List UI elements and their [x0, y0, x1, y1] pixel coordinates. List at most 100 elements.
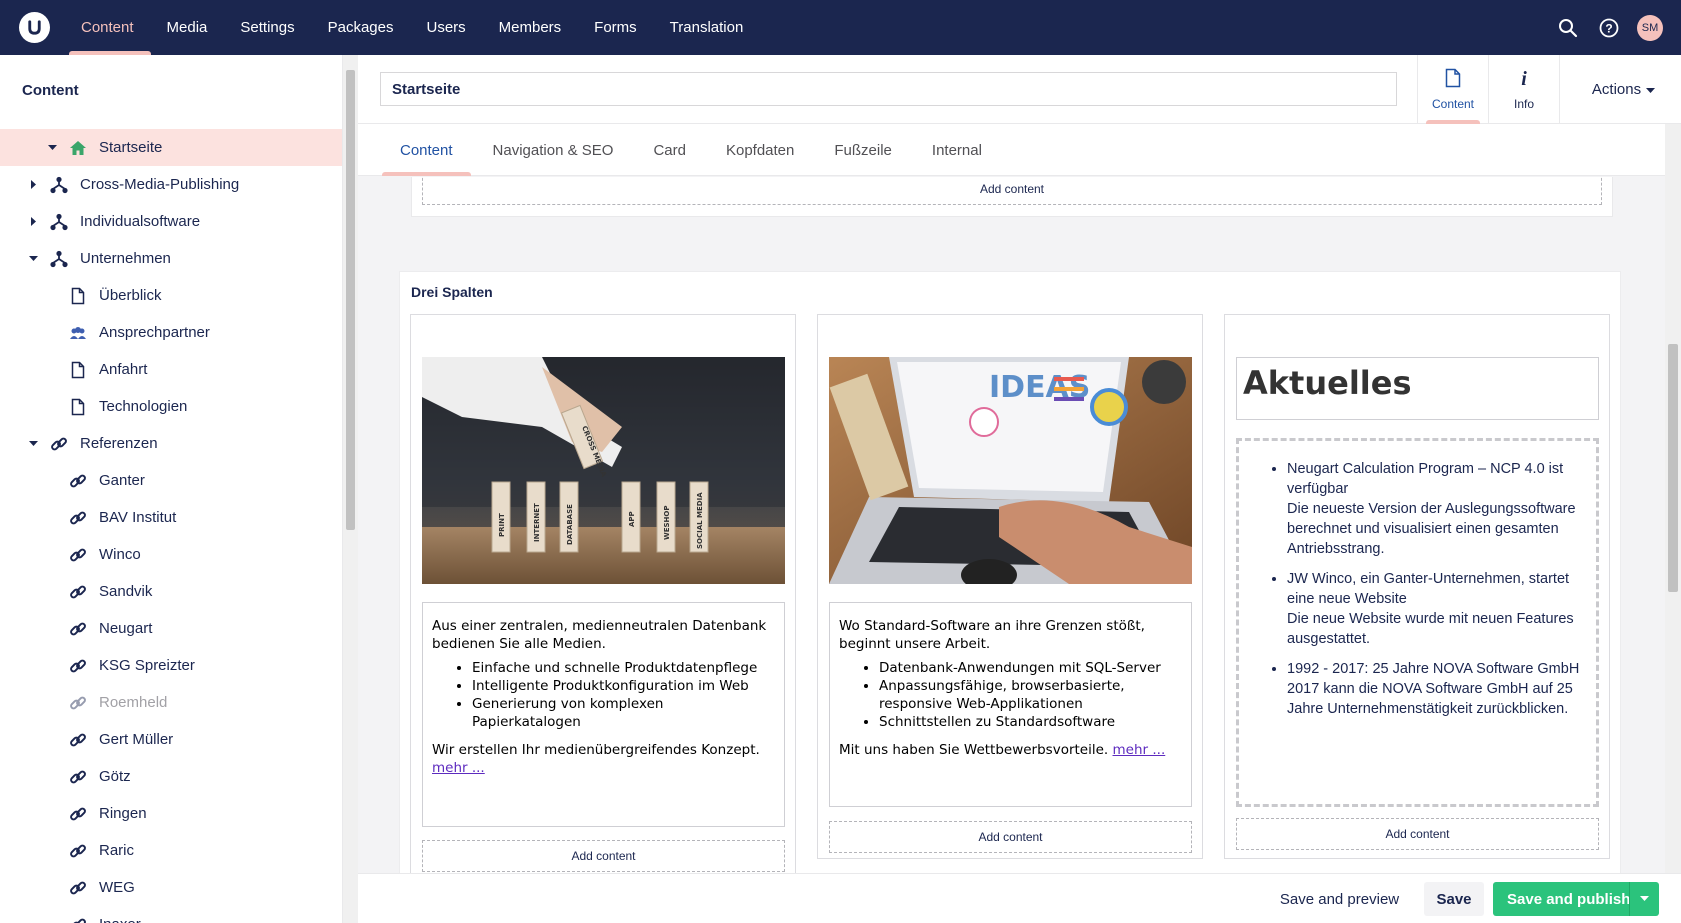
- document-icon: [68, 286, 88, 306]
- news-title: 1992 - 2017: 25 Jahre NOVA Software GmbH: [1287, 661, 1580, 677]
- content-scrollbar-thumb[interactable]: [1668, 344, 1678, 592]
- section-media[interactable]: Media: [153, 0, 227, 55]
- publish-options-caret-icon[interactable]: [1629, 882, 1659, 916]
- tree-node[interactable]: Raric: [0, 832, 342, 869]
- section-settings[interactable]: Settings: [226, 0, 313, 55]
- tree-node-label: KSG Spreizter: [99, 657, 195, 674]
- tree-node[interactable]: Individualsoftware: [0, 203, 342, 240]
- tab-kopfdaten[interactable]: Kopfdaten: [706, 124, 814, 176]
- list-item: Anpassungsfähige, browserbasierte, respo…: [879, 677, 1182, 713]
- tree-node[interactable]: Gert Müller: [0, 721, 342, 758]
- user-avatar[interactable]: SM: [1637, 14, 1663, 41]
- rich-text-block-1[interactable]: Aus einer zentralen, medienneutralen Dat…: [422, 602, 785, 827]
- tree-node[interactable]: Inaxor: [0, 906, 342, 923]
- col2-more-link[interactable]: mehr ...: [1113, 742, 1166, 758]
- add-content-button[interactable]: Add content: [422, 840, 785, 872]
- news-text: 2017 kann die NOVA Software GmbH auf 25 …: [1287, 681, 1573, 717]
- tree-node[interactable]: Götz: [0, 758, 342, 795]
- caret-right-icon[interactable]: [29, 180, 38, 189]
- tree-node-label: WEG: [99, 879, 135, 896]
- tree-node[interactable]: BAV Institut: [0, 499, 342, 536]
- list-item: Schnittstellen zu Standardsoftware: [879, 713, 1182, 731]
- sitemap-icon: [49, 212, 69, 232]
- tree-node[interactable]: Technologien: [0, 388, 342, 425]
- node-name-input[interactable]: Startseite: [380, 72, 1397, 106]
- app-content[interactable]: Content: [1418, 55, 1489, 124]
- tree-node-label: Technologien: [99, 398, 188, 415]
- tab-internal[interactable]: Internal: [912, 124, 1002, 176]
- actions-button[interactable]: Actions: [1560, 55, 1681, 124]
- document-icon: [68, 397, 88, 417]
- add-content-button[interactable]: Add content: [1236, 818, 1599, 850]
- tree-node[interactable]: Unternehmen: [0, 240, 342, 277]
- tree-node[interactable]: Ansprechpartner: [0, 314, 342, 351]
- previous-grid-row: Add content: [411, 177, 1613, 217]
- ideas-laptop-image[interactable]: IDEAS: [829, 357, 1192, 584]
- caret-down-icon[interactable]: [29, 254, 38, 263]
- add-content-button[interactable]: Add content: [829, 821, 1192, 853]
- col1-outro-text: Wir erstellen Ihr medienübergreifendes K…: [432, 742, 760, 758]
- section-forms[interactable]: Forms: [580, 0, 656, 55]
- tree-node[interactable]: WEG: [0, 869, 342, 906]
- tree-node[interactable]: Winco: [0, 536, 342, 573]
- tab-navigation-seo[interactable]: Navigation & SEO: [473, 124, 634, 176]
- news-title: JW Winco, ein Ganter-Unternehmen, starte…: [1287, 571, 1570, 607]
- tree-node-label: Individualsoftware: [80, 213, 201, 230]
- section-translation[interactable]: Translation: [656, 0, 763, 55]
- tree-node-label: Neugart: [99, 620, 153, 637]
- caret-down-icon[interactable]: [48, 143, 57, 152]
- umbraco-logo-icon[interactable]: [19, 12, 50, 43]
- tree-node[interactable]: Überblick: [0, 277, 342, 314]
- news-item: Neugart Calculation Program – NCP 4.0 is…: [1287, 459, 1584, 559]
- save-and-publish-button[interactable]: Save and publish: [1493, 882, 1659, 916]
- block-social-media: SOCIAL MEDIA: [696, 492, 704, 549]
- tree-node-label: Gert Müller: [99, 731, 174, 748]
- caret-right-icon[interactable]: [29, 217, 38, 226]
- tree-node[interactable]: Anfahrt: [0, 351, 342, 388]
- news-list: Neugart Calculation Program – NCP 4.0 is…: [1251, 459, 1584, 719]
- tab-card[interactable]: Card: [633, 124, 706, 176]
- aktuelles-heading[interactable]: Aktuelles: [1236, 357, 1599, 420]
- add-content-button[interactable]: Add content: [422, 177, 1602, 205]
- tree-node[interactable]: Ganter: [0, 462, 342, 499]
- tree-node[interactable]: Startseite: [0, 129, 342, 166]
- save-button[interactable]: Save: [1424, 882, 1484, 916]
- news-macro-block[interactable]: Neugart Calculation Program – NCP 4.0 is…: [1236, 438, 1599, 807]
- section-packages[interactable]: Packages: [314, 0, 413, 55]
- tree-scrollbar[interactable]: [343, 55, 358, 923]
- tree-node[interactable]: Neugart: [0, 610, 342, 647]
- tree-scrollbar-thumb[interactable]: [346, 70, 355, 530]
- tree-node[interactable]: Roemheld: [0, 684, 342, 721]
- top-navigation-bar: Content Media Settings Packages Users Me…: [0, 0, 1681, 55]
- content-scrollbar[interactable]: [1665, 124, 1681, 873]
- section-content[interactable]: Content: [67, 0, 153, 55]
- block-internet: INTERNET: [533, 503, 541, 542]
- section-members[interactable]: Members: [485, 0, 581, 55]
- search-icon[interactable]: [1547, 0, 1588, 55]
- save-and-preview-button[interactable]: Save and preview: [1274, 882, 1405, 916]
- tree-node[interactable]: Sandvik: [0, 573, 342, 610]
- tab-content[interactable]: Content: [380, 124, 473, 176]
- news-item: JW Winco, ein Ganter-Unternehmen, starte…: [1287, 569, 1584, 649]
- home-icon: [68, 138, 88, 158]
- tree-node[interactable]: Referenzen: [0, 425, 342, 462]
- help-icon[interactable]: ?: [1588, 0, 1629, 55]
- col1-list: Einfache und schnelle Produktdatenpflege…: [432, 659, 775, 731]
- cross-media-image[interactable]: PRINT INTERNET DATABASE APP WESHOP SOCIA…: [422, 357, 785, 584]
- sitemap-icon: [49, 249, 69, 269]
- tree-node-label: Ansprechpartner: [99, 324, 210, 341]
- caret-down-icon[interactable]: [29, 439, 38, 448]
- tree-node-label: Referenzen: [80, 435, 158, 452]
- col1-more-link[interactable]: mehr ...: [432, 760, 485, 776]
- app-content-label: Content: [1431, 97, 1475, 111]
- tree-node[interactable]: KSG Spreizter: [0, 647, 342, 684]
- rich-text-block-2[interactable]: Wo Standard-Software an ihre Grenzen stö…: [829, 602, 1192, 807]
- app-info[interactable]: i Info: [1489, 55, 1560, 124]
- tree-node[interactable]: Ringen: [0, 795, 342, 832]
- col1-intro: Aus einer zentralen, medienneutralen Dat…: [432, 618, 767, 652]
- tab-fusszeile[interactable]: Fußzeile: [814, 124, 912, 176]
- tree-node[interactable]: Cross-Media-Publishing: [0, 166, 342, 203]
- tree-node-label: Inaxor: [99, 916, 141, 923]
- svg-text:?: ?: [1605, 21, 1612, 35]
- section-users[interactable]: Users: [412, 0, 484, 55]
